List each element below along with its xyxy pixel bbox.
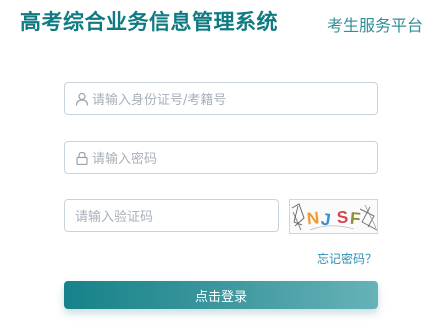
captcha-input[interactable]: 请输入验证码 [75, 206, 153, 225]
login-button[interactable]: 点击登录 [64, 281, 378, 309]
captcha-field[interactable]: 请输入验证码 [64, 199, 279, 232]
user-icon [75, 92, 89, 106]
forgot-password-link[interactable]: 忘记密码？ [317, 250, 377, 267]
captcha-char: J [320, 210, 332, 230]
captcha-char: N [306, 208, 320, 228]
captcha-char: F [349, 209, 361, 229]
password-field[interactable]: 请输入密码 [64, 141, 378, 174]
system-title: 高考综合业务信息管理系统 [20, 10, 278, 34]
captcha-char: S [336, 208, 349, 228]
username-field[interactable]: 请输入身份证号/考籍号 [64, 82, 378, 115]
password-input[interactable]: 请输入密码 [92, 148, 157, 167]
username-input[interactable]: 请输入身份证号/考籍号 [92, 89, 226, 108]
captcha-image[interactable]: N J S F [289, 199, 378, 234]
lock-icon [75, 151, 89, 165]
platform-subtitle: 考生服务平台 [326, 16, 423, 35]
